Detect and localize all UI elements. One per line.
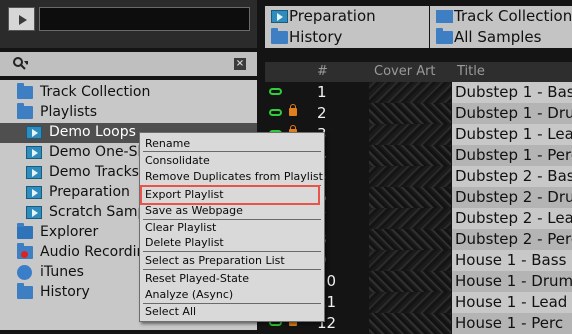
playlist-icon xyxy=(26,146,42,159)
cover-art-thumbnail xyxy=(369,187,451,208)
cover-art-thumbnail xyxy=(369,271,451,292)
track-title: Dubstep 2 - Drum xyxy=(455,188,572,206)
favorite-all-samples[interactable]: All Samples xyxy=(430,27,572,48)
track-title: Dubstep 1 - Drum xyxy=(455,104,572,122)
context-menu: Rename Consolidate Remove Duplicates fro… xyxy=(139,132,325,322)
track-title: Dubstep 2 - Perc xyxy=(455,230,572,248)
cover-art-thumbnail xyxy=(369,82,451,103)
column-header-cover-art[interactable]: Cover Art xyxy=(374,64,436,79)
menu-item-save-as-webpage[interactable]: Save as Webpage xyxy=(145,204,243,217)
track-title: House 1 - Lead xyxy=(455,293,568,311)
tree-item-playlists[interactable]: Playlists xyxy=(0,103,257,123)
cover-art-thumbnail xyxy=(369,103,451,124)
track-title: House 1 - Bass xyxy=(455,251,567,269)
tree-item-label: iTunes xyxy=(40,264,84,280)
folder-icon xyxy=(17,83,33,99)
tree-item-label: History xyxy=(40,284,90,300)
track-title: House 1 - Perc xyxy=(455,314,564,332)
tree-item-label: Demo Loops xyxy=(49,124,136,140)
column-header-number[interactable]: # xyxy=(317,64,328,79)
cover-art-thumbnail xyxy=(369,313,451,334)
track-title: House 1 - Drums xyxy=(455,272,572,290)
favorite-label: All Samples xyxy=(454,28,542,46)
favorite-preparation[interactable]: Preparation xyxy=(265,6,429,27)
play-icon[interactable] xyxy=(8,7,35,31)
tree-item-label: Audio Recordin xyxy=(40,244,146,260)
tree-item-label: Preparation xyxy=(49,184,130,200)
table-row[interactable]: 1 Dubstep 1 - Bass xyxy=(265,82,572,103)
search-icon[interactable] xyxy=(12,56,28,72)
search-bar[interactable]: × xyxy=(0,52,257,76)
folder-icon xyxy=(17,103,33,119)
favorite-label: Track Collection xyxy=(454,7,572,25)
preparation-icon xyxy=(271,10,288,23)
menu-item-reset-played-state[interactable]: Reset Played-State xyxy=(145,272,249,285)
menu-separator xyxy=(143,151,321,152)
track-display xyxy=(39,7,250,31)
menu-item-analyze-async[interactable]: Analyze (Async) xyxy=(145,288,233,301)
playlist-icon xyxy=(26,166,42,179)
track-title: Dubstep 2 - Bass xyxy=(455,167,572,185)
loop-icon xyxy=(269,88,282,95)
menu-item-rename[interactable]: Rename xyxy=(145,137,190,150)
cover-art-thumbnail xyxy=(369,250,451,271)
row-number: 1 xyxy=(317,83,327,101)
favorite-label: Preparation xyxy=(289,7,376,25)
menu-separator xyxy=(143,251,321,252)
tree-item-label: Demo One-Sh xyxy=(49,144,147,160)
menu-item-delete-playlist[interactable]: Delete Playlist xyxy=(145,236,224,249)
track-table-header: # Cover Art Title xyxy=(265,62,572,82)
playlist-icon xyxy=(26,206,42,219)
lock-icon xyxy=(289,104,297,116)
track-title: Dubstep 1 - Lead xyxy=(455,125,572,143)
player-panel xyxy=(0,0,257,48)
row-number: 2 xyxy=(317,104,327,122)
menu-separator xyxy=(143,303,321,304)
tree-item-label: Demo Tracks xyxy=(49,164,139,180)
menu-item-select-all[interactable]: Select All xyxy=(145,305,196,318)
tree-item-track-collection[interactable]: Track Collection xyxy=(0,83,257,103)
favorite-track-collection[interactable]: Track Collection xyxy=(430,6,572,27)
cover-art-thumbnail xyxy=(369,292,451,313)
cover-art-thumbnail xyxy=(369,124,451,145)
close-icon[interactable]: × xyxy=(234,58,246,70)
track-title: Dubstep 1 - Bass xyxy=(455,83,572,101)
track-collection-icon xyxy=(436,10,453,23)
menu-item-consolidate[interactable]: Consolidate xyxy=(145,154,210,167)
favorite-label: History xyxy=(289,28,343,46)
menu-separator xyxy=(143,269,321,270)
explorer-icon xyxy=(17,223,33,239)
table-row[interactable]: 2 Dubstep 1 - Drum xyxy=(265,103,572,124)
itunes-icon xyxy=(17,265,32,280)
tree-item-label: Scratch Samp xyxy=(49,204,147,220)
cover-art-thumbnail xyxy=(369,145,451,166)
favorite-history[interactable]: History xyxy=(265,27,429,48)
folder-icon xyxy=(271,28,288,44)
menu-separator xyxy=(143,219,321,220)
preparation-icon xyxy=(26,186,42,199)
menu-item-clear-playlist[interactable]: Clear Playlist xyxy=(145,221,216,234)
cover-art-thumbnail xyxy=(369,166,451,187)
track-title: Dubstep 1 - Perc xyxy=(455,146,572,164)
tree-item-label: Explorer xyxy=(40,224,99,240)
playlist-icon xyxy=(26,126,42,139)
record-dot-icon xyxy=(21,251,28,258)
cover-art-thumbnail xyxy=(369,208,451,229)
menu-item-select-as-preparation[interactable]: Select as Preparation List xyxy=(145,254,285,267)
menu-highlight-outline xyxy=(140,185,320,205)
folder-icon xyxy=(17,283,33,299)
column-header-title[interactable]: Title xyxy=(457,64,485,79)
folder-icon xyxy=(436,28,453,44)
cover-art-thumbnail xyxy=(369,229,451,250)
menu-item-remove-duplicates[interactable]: Remove Duplicates from Playlist xyxy=(145,170,323,183)
loop-icon xyxy=(269,109,282,116)
tree-item-label: Playlists xyxy=(40,104,98,120)
tree-item-label: Track Collection xyxy=(40,84,151,100)
track-title: Dubstep 2 - Lead xyxy=(455,209,572,227)
